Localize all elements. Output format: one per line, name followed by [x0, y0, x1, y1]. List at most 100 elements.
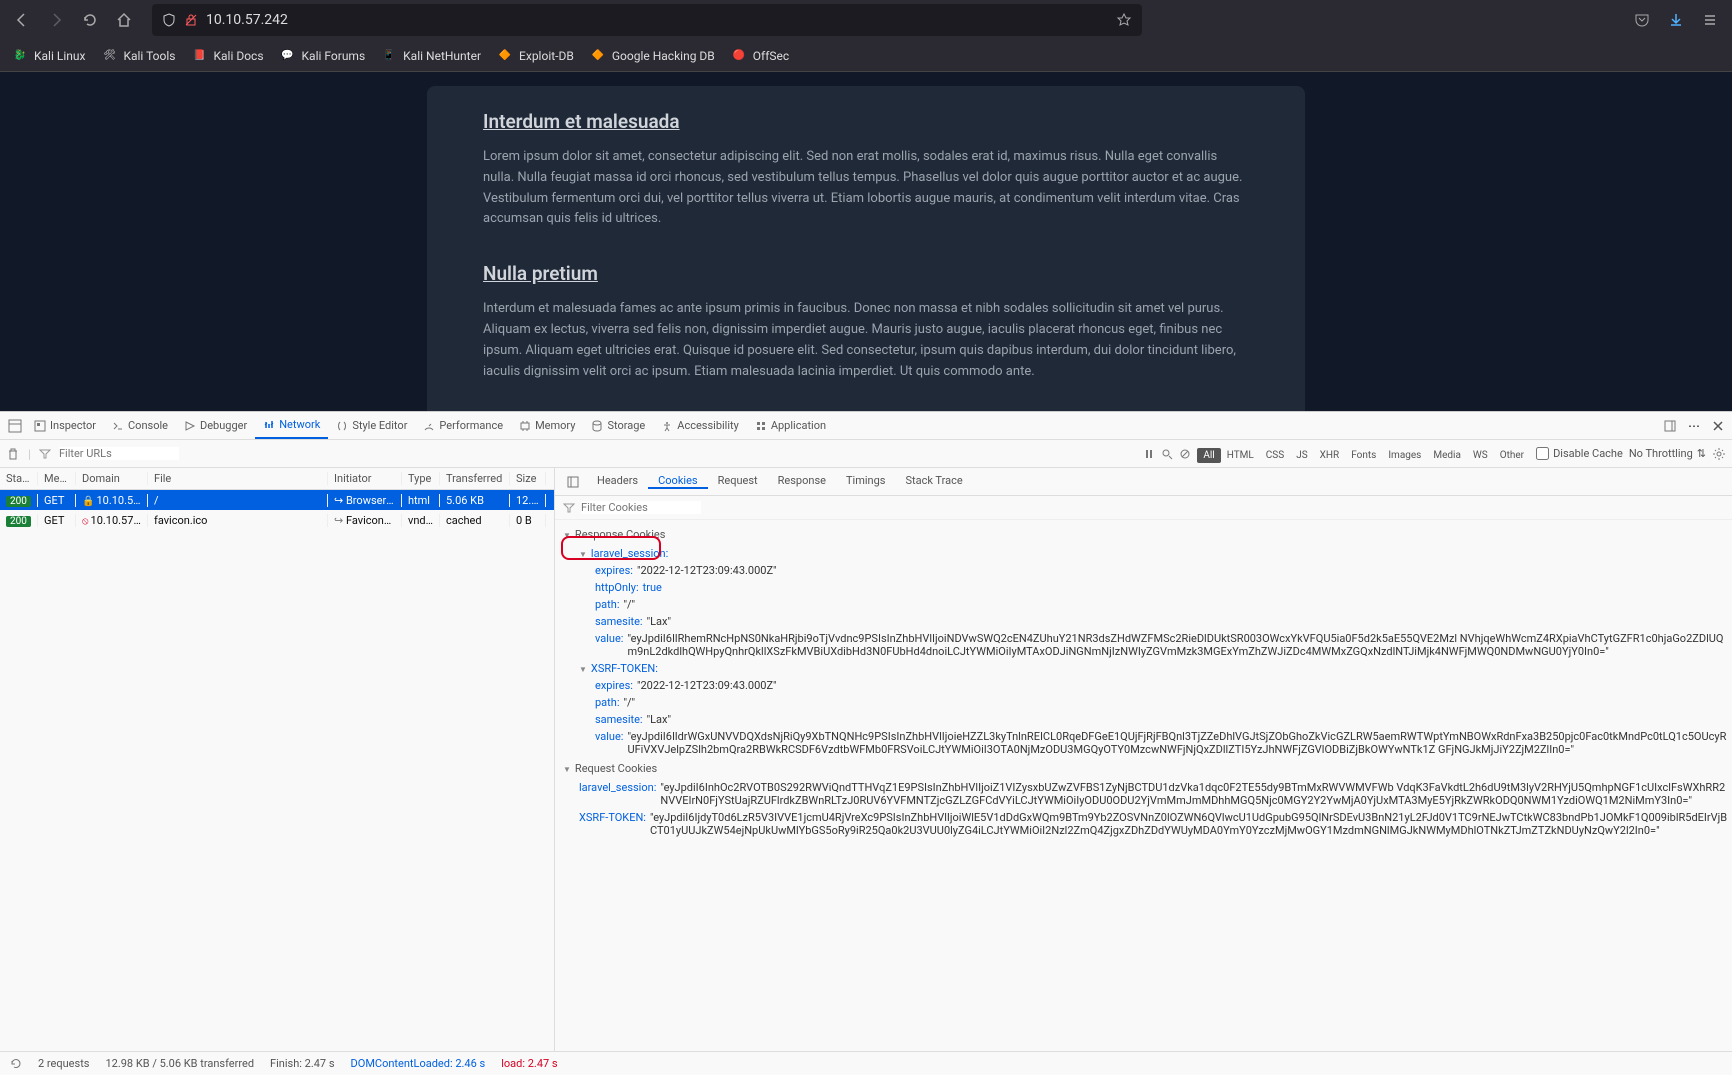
url-bar[interactable]: 10.10.57.242 — [152, 4, 1142, 36]
dt-tab-network[interactable]: Network — [255, 412, 328, 439]
dt-tab-application[interactable]: Application — [747, 412, 834, 439]
dt-tab-accessibility-icon — [661, 420, 673, 432]
dt-tab-accessibility[interactable]: Accessibility — [653, 412, 747, 439]
dt-tab-network-icon — [263, 419, 275, 431]
dt-tab-style-editor[interactable]: Style Editor — [328, 412, 415, 439]
bookmark-favicon: 📕 — [191, 48, 207, 64]
bookmark-label: Kali Docs — [213, 49, 263, 63]
dt-tab-debugger-icon — [184, 420, 196, 432]
devtools-options-icon[interactable] — [1660, 416, 1680, 436]
request-table-header: Status Met… Domain File Initiator Type T… — [0, 468, 554, 490]
dt-tab-console-icon — [112, 420, 124, 432]
bookmark-label: OffSec — [753, 49, 789, 63]
toggle-panel-icon[interactable] — [561, 476, 585, 488]
filter-pill-js[interactable]: JS — [1290, 448, 1313, 463]
filter-pill-media[interactable]: Media — [1427, 448, 1467, 463]
chevron-updown-icon: ⇅ — [1697, 447, 1706, 460]
shield-icon — [162, 13, 176, 27]
detail-tab-stack-trace[interactable]: Stack Trace — [895, 474, 972, 487]
cookie-property: httpOnly:true — [555, 579, 1732, 596]
dt-tab-label: Debugger — [200, 419, 247, 432]
back-button[interactable] — [8, 6, 36, 34]
dt-tab-style-editor-icon — [336, 420, 348, 432]
request-row[interactable]: 200GET⦸10.10.57.242favicon.ico↪ FaviconL… — [0, 510, 554, 530]
bookmark-favicon: 🐉 — [12, 48, 28, 64]
filter-icon — [39, 448, 51, 460]
request-row[interactable]: 200GET🔒10.10.57.242/↪ BrowserTabC…html5.… — [0, 490, 554, 510]
pause-icon[interactable] — [1143, 448, 1155, 460]
bookmark-offsec[interactable]: 🔴OffSec — [731, 48, 789, 64]
cookie-name[interactable]: laravel_session: — [555, 545, 1732, 562]
downloads-icon[interactable] — [1662, 6, 1690, 34]
dt-tab-memory-icon — [519, 420, 531, 432]
bookmark-kali-linux[interactable]: 🐉 Kali Linux — [12, 48, 85, 64]
bookmark-kali-forums[interactable]: 💬Kali Forums — [280, 48, 366, 64]
dt-tab-label: Network — [279, 418, 320, 431]
devtools-close-icon[interactable] — [1708, 416, 1728, 436]
home-button[interactable] — [110, 6, 138, 34]
bookmark-kali-nethunter[interactable]: 📱Kali NetHunter — [381, 48, 481, 64]
filter-icon — [563, 502, 575, 514]
search-icon[interactable] — [1161, 448, 1173, 460]
filter-pill-all[interactable]: All — [1197, 448, 1220, 463]
detail-tabs: HeadersCookiesRequestResponseTimingsStac… — [555, 468, 1732, 496]
article-title[interactable]: Nulla pretium — [483, 262, 1249, 285]
filter-pill-css[interactable]: CSS — [1260, 448, 1290, 463]
cookie-section-request[interactable]: Request Cookies — [555, 758, 1732, 779]
reload-small-icon[interactable] — [10, 1058, 22, 1070]
filter-pill-html[interactable]: HTML — [1221, 448, 1260, 463]
bookmark-kali-tools[interactable]: 🛠Kali Tools — [101, 48, 175, 64]
cookie-section-response[interactable]: Response Cookies — [555, 524, 1732, 545]
settings-icon[interactable] — [1712, 447, 1726, 461]
filter-pill-fonts[interactable]: Fonts — [1345, 448, 1382, 463]
bookmark-exploit-db[interactable]: 🔶Exploit-DB — [497, 48, 574, 64]
dt-tab-label: Console — [128, 419, 168, 432]
trash-icon[interactable] — [6, 447, 20, 461]
filter-pill-xhr[interactable]: XHR — [1314, 448, 1346, 463]
filter-pill-other[interactable]: Other — [1494, 448, 1530, 463]
request-cookie: laravel_session:"eyJpdiI6InhOc2RVOTB0S29… — [555, 779, 1732, 809]
article-body: Lorem ipsum dolor sit amet, consectetur … — [483, 147, 1249, 230]
pocket-icon[interactable] — [1628, 6, 1656, 34]
detail-tab-request[interactable]: Request — [708, 474, 768, 487]
devtools-dock-icon[interactable] — [4, 412, 26, 440]
detail-tab-response[interactable]: Response — [768, 474, 836, 487]
cookie-property: samesite:"Lax" — [555, 613, 1732, 630]
dt-tab-performance[interactable]: Performance — [415, 412, 511, 439]
bookmark-ghdb[interactable]: 🔶Google Hacking DB — [590, 48, 715, 64]
page-content: Interdum et malesuada Lorem ipsum dolor … — [0, 72, 1732, 411]
filter-pill-images[interactable]: Images — [1382, 448, 1427, 463]
block-icon[interactable] — [1179, 448, 1191, 460]
devtools-more-icon[interactable]: ⋯ — [1684, 415, 1704, 437]
dt-tab-storage-icon — [591, 420, 603, 432]
dt-tab-memory[interactable]: Memory — [511, 412, 583, 439]
detail-tab-cookies[interactable]: Cookies — [648, 474, 707, 489]
app-menu-icon[interactable] — [1696, 6, 1724, 34]
filter-urls-input[interactable] — [59, 447, 179, 460]
dt-tab-console[interactable]: Console — [104, 412, 176, 439]
forward-button[interactable] — [42, 6, 70, 34]
bookmarks-toolbar: 🐉 Kali Linux 🛠Kali Tools 📕 Kali Docs 💬Kali Fo… — [0, 40, 1732, 72]
bookmark-kali-docs[interactable]: 📕 Kali Docs — [191, 48, 263, 64]
throttling-selector[interactable]: No Throttling ⇅ — [1629, 447, 1706, 460]
cookie-property: expires:"2022-12-12T23:09:43.000Z" — [555, 562, 1732, 579]
dt-tab-inspector[interactable]: Inspector — [26, 412, 104, 439]
reload-button[interactable] — [76, 6, 104, 34]
bookmark-favicon: 📱 — [381, 48, 397, 64]
filter-pill-ws[interactable]: WS — [1467, 448, 1494, 463]
status-bar: 2 requests 12.98 KB / 5.06 KB transferre… — [0, 1051, 1732, 1075]
article-title[interactable]: Interdum et malesuada — [483, 110, 1249, 133]
filter-cookies-input[interactable] — [581, 501, 701, 514]
dt-tab-storage[interactable]: Storage — [583, 412, 653, 439]
cookie-property: path:"/" — [555, 694, 1732, 711]
detail-tab-timings[interactable]: Timings — [836, 474, 896, 487]
request-cookie: XSRF-TOKEN:"eyJpdiI6IjdyT0d6LzR5V3IVVE1j… — [555, 809, 1732, 839]
bookmark-label: Exploit-DB — [519, 49, 574, 63]
bookmark-star-icon[interactable] — [1116, 12, 1132, 28]
dt-tab-inspector-icon — [34, 420, 46, 432]
bookmark-label: Kali Linux — [34, 49, 85, 63]
detail-tab-headers[interactable]: Headers — [587, 474, 648, 487]
dt-tab-debugger[interactable]: Debugger — [176, 412, 255, 439]
disable-cache-checkbox[interactable]: Disable Cache — [1536, 447, 1623, 460]
cookie-name[interactable]: XSRF-TOKEN: — [555, 660, 1732, 677]
